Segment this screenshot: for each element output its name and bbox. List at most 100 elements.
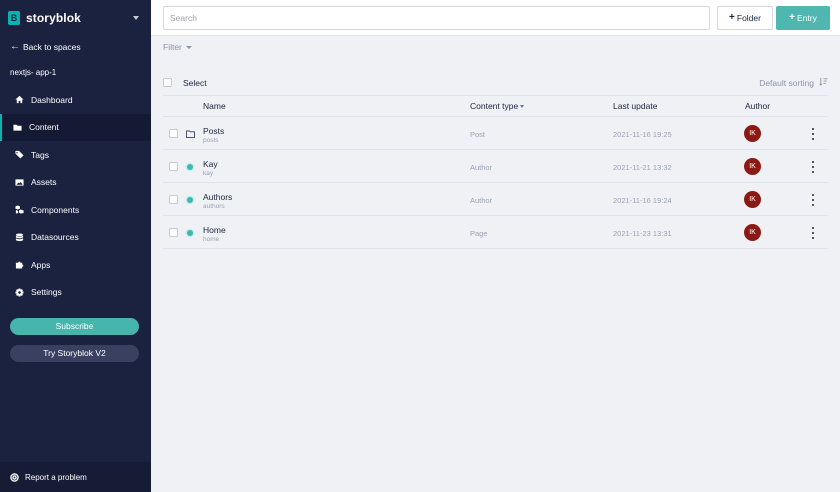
entry-slug: authors	[203, 203, 225, 210]
row-checkbox[interactable]	[169, 162, 178, 171]
back-to-spaces-link[interactable]: ← Back to spaces	[10, 41, 81, 53]
subscribe-button[interactable]: Subscribe	[10, 318, 139, 335]
sidebar-item-label: Datasources	[31, 232, 79, 243]
search-input[interactable]	[163, 6, 710, 30]
home-icon	[14, 95, 24, 105]
toolbar: + Folder + Entry	[151, 0, 840, 36]
sidebar-item-tags[interactable]: Tags	[0, 141, 151, 169]
content-table: Name Content type Last update Author Pos…	[163, 96, 828, 249]
select-bar: Select Default sorting	[163, 70, 828, 96]
arrow-left-icon: ←	[10, 41, 20, 52]
tags-icon	[14, 150, 24, 160]
plus-icon: +	[789, 12, 795, 23]
more-actions-icon[interactable]	[811, 194, 815, 206]
table-header: Name Content type Last update Author	[163, 96, 828, 117]
entry-slug: home	[203, 236, 220, 243]
table-row[interactable]: Home home Page 2021-11-23 13:31 IK	[163, 216, 828, 249]
avatar: IK	[744, 125, 761, 142]
add-folder-button[interactable]: + Folder	[717, 6, 773, 30]
storyblok-logo-icon: B	[8, 11, 20, 25]
sidebar-item-label: Apps	[31, 259, 51, 270]
more-actions-icon[interactable]	[811, 161, 815, 173]
sidebar-item-label: Settings	[31, 287, 62, 298]
sidebar: B storyblok ← Back to spaces nextjs- app…	[0, 0, 151, 492]
row-checkbox[interactable]	[169, 228, 178, 237]
published-status-icon	[185, 195, 195, 205]
published-status-icon	[185, 162, 195, 172]
sidebar-item-label: Content	[29, 122, 59, 133]
sorting-label: Default sorting	[759, 77, 814, 88]
table-row[interactable]: Authors authors Author 2021-11-16 19:24 …	[163, 183, 828, 216]
database-icon	[14, 232, 24, 242]
folder-icon	[185, 129, 195, 139]
entry-content-type: Author	[470, 196, 493, 205]
entry-content-type: Post	[470, 130, 486, 139]
entry-name: Posts	[203, 126, 225, 136]
avatar: IK	[744, 224, 761, 241]
select-all-checkbox[interactable]	[163, 78, 172, 87]
table-row[interactable]: Posts posts Post 2021-11-16 19:25 IK	[163, 117, 828, 150]
space-switcher[interactable]: B storyblok	[0, 0, 151, 36]
sidebar-item-label: Assets	[31, 177, 57, 188]
brand-name: storyblok	[26, 11, 81, 25]
sorting-dropdown[interactable]: Default sorting	[759, 77, 828, 88]
sidebar-item-apps[interactable]: Apps	[0, 251, 151, 279]
table-row[interactable]: Kay kay Author 2021-11-21 13:32 IK	[163, 150, 828, 183]
sidebar-item-components[interactable]: Components	[0, 196, 151, 224]
add-entry-button[interactable]: + Entry	[776, 6, 830, 30]
entry-last-update: 2021-11-23 13:31	[613, 229, 672, 238]
caret-down-icon	[520, 104, 525, 108]
try-v2-button[interactable]: Try Storyblok V2	[10, 345, 139, 362]
sidebar-nav: Dashboard Content Tags Assets Components…	[0, 86, 151, 306]
column-header-last-update: Last update	[613, 101, 658, 111]
gear-icon	[14, 287, 24, 297]
sidebar-item-settings[interactable]: Settings	[0, 279, 151, 307]
back-to-spaces-label: Back to spaces	[23, 42, 81, 52]
entry-last-update: 2021-11-16 19:25	[613, 130, 672, 139]
avatar: IK	[744, 191, 761, 208]
add-folder-label: Folder	[736, 13, 761, 23]
published-status-icon	[185, 228, 195, 238]
entry-content-type: Author	[470, 163, 493, 172]
column-header-author: Author	[745, 101, 771, 111]
filter-label: Filter	[163, 42, 182, 52]
filter-toggle[interactable]: Filter	[163, 42, 192, 52]
main-content: + Folder + Entry Filter Select Default s…	[151, 0, 840, 492]
cubes-icon	[14, 205, 24, 215]
entry-name: Home	[203, 225, 226, 235]
sidebar-item-content[interactable]: Content	[0, 113, 151, 141]
entry-last-update: 2021-11-16 19:24	[613, 196, 672, 205]
chevron-down-icon[interactable]	[133, 16, 139, 20]
lifebuoy-icon	[10, 472, 19, 482]
row-checkbox[interactable]	[169, 195, 178, 204]
report-problem-link[interactable]: Report a problem	[0, 462, 151, 492]
sort-icon	[819, 77, 828, 88]
more-actions-icon[interactable]	[811, 227, 815, 239]
entry-last-update: 2021-11-21 13:32	[613, 163, 672, 172]
select-label: Select	[183, 77, 207, 88]
sidebar-item-assets[interactable]: Assets	[0, 169, 151, 197]
column-header-label: Content type	[470, 101, 519, 111]
more-actions-icon[interactable]	[811, 128, 815, 140]
entry-name: Authors	[203, 192, 233, 202]
entry-slug: posts	[203, 137, 219, 144]
column-header-name: Name	[203, 101, 226, 111]
row-checkbox[interactable]	[169, 129, 178, 138]
sidebar-item-label: Tags	[31, 149, 49, 160]
sidebar-item-label: Dashboard	[31, 94, 73, 105]
sidebar-item-dashboard[interactable]: Dashboard	[0, 86, 151, 114]
image-icon	[14, 177, 24, 187]
column-header-content-type[interactable]: Content type	[470, 101, 525, 111]
folder-icon	[12, 122, 22, 132]
caret-down-icon	[185, 45, 192, 49]
add-entry-label: Entry	[797, 13, 817, 23]
report-problem-label: Report a problem	[25, 472, 87, 482]
entry-content-type: Page	[470, 229, 488, 238]
entry-slug: kay	[203, 170, 214, 177]
sidebar-item-label: Components	[31, 204, 80, 215]
sidebar-item-datasources[interactable]: Datasources	[0, 224, 151, 252]
entry-name: Kay	[203, 159, 218, 169]
puzzle-icon	[14, 260, 24, 270]
plus-icon: +	[729, 12, 735, 23]
space-name: nextjs- app-1	[10, 68, 57, 77]
